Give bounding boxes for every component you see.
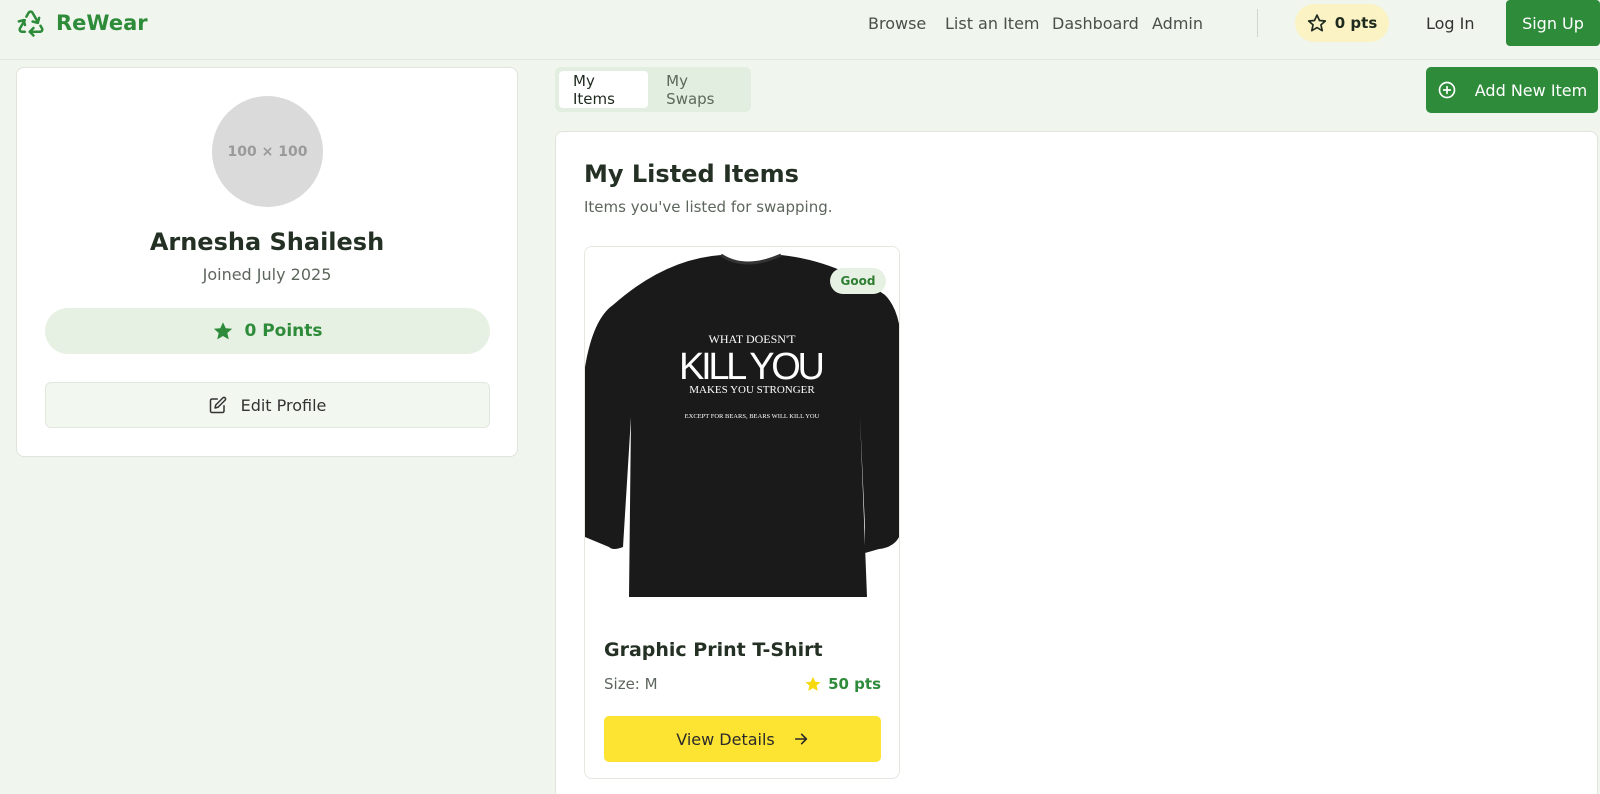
print-line-4: EXCEPT FOR BEARS, BEARS WILL KILL YOU bbox=[685, 413, 820, 420]
dashboard-tabs: My Items My Swaps bbox=[555, 67, 751, 112]
nav-list-item[interactable]: List an Item bbox=[945, 14, 1040, 33]
avatar: 100 × 100 bbox=[212, 96, 323, 207]
item-size: Size: M bbox=[604, 675, 658, 693]
signup-button[interactable]: Sign Up bbox=[1506, 0, 1600, 46]
nav-divider bbox=[1257, 9, 1258, 37]
edit-profile-label: Edit Profile bbox=[240, 395, 327, 415]
nav-admin[interactable]: Admin bbox=[1152, 14, 1203, 33]
plus-circle-icon bbox=[1438, 81, 1456, 99]
item-title[interactable]: Graphic Print T-Shirt bbox=[604, 639, 823, 661]
profile-card: 100 × 100 Arnesha Shailesh Joined July 2… bbox=[16, 67, 518, 457]
item-image[interactable]: WHAT DOESN'T KILL YOU MAKES YOU STRONGER… bbox=[585, 247, 900, 607]
top-nav-bar: ReWear Browse List an Item Dashboard Adm… bbox=[0, 0, 1600, 60]
recycle-icon bbox=[17, 10, 44, 37]
brand-name: ReWear bbox=[56, 11, 148, 35]
tshirt-shape bbox=[585, 255, 899, 597]
print-line-3: MAKES YOU STRONGER bbox=[689, 384, 815, 396]
edit-icon bbox=[209, 396, 226, 414]
print-line-2: KILL YOU bbox=[679, 346, 825, 388]
points-value: 0 pts bbox=[1334, 14, 1378, 32]
view-details-label: View Details bbox=[676, 729, 775, 749]
item-points-value: 50 pts bbox=[828, 675, 881, 693]
profile-points-value: 0 Points bbox=[244, 321, 323, 341]
nav-browse[interactable]: Browse bbox=[868, 14, 926, 33]
item-card[interactable]: WHAT DOESN'T KILL YOU MAKES YOU STRONGER… bbox=[584, 246, 900, 779]
profile-points: 0 Points bbox=[45, 308, 490, 354]
print-line-1: WHAT DOESN'T bbox=[709, 332, 797, 346]
profile-joined-date: Joined July 2025 bbox=[202, 265, 332, 284]
login-link[interactable]: Log In bbox=[1426, 14, 1475, 33]
nav-dashboard[interactable]: Dashboard bbox=[1052, 14, 1139, 33]
arrow-right-icon bbox=[794, 733, 807, 745]
condition-badge: Good bbox=[830, 268, 886, 294]
add-new-item-button[interactable]: Add New Item bbox=[1426, 67, 1598, 113]
profile-name: Arnesha Shailesh bbox=[149, 228, 385, 256]
star-icon bbox=[1307, 14, 1326, 32]
tab-my-items[interactable]: My Items bbox=[559, 71, 649, 108]
star-icon bbox=[214, 322, 233, 340]
item-points: 50 pts bbox=[804, 675, 881, 693]
panel-title: My Listed Items bbox=[584, 160, 799, 188]
tab-my-swaps[interactable]: My Swaps bbox=[652, 71, 747, 108]
edit-profile-button[interactable]: Edit Profile bbox=[45, 382, 490, 428]
brand-logo[interactable]: ReWear bbox=[16, 8, 148, 38]
listed-items-panel: My Listed Items Items you've listed for … bbox=[555, 131, 1598, 794]
star-icon bbox=[805, 676, 821, 691]
points-badge: 0 pts bbox=[1295, 4, 1389, 42]
view-details-button[interactable]: View Details bbox=[604, 716, 881, 762]
add-new-item-label: Add New Item bbox=[1474, 80, 1588, 100]
panel-subtitle: Items you've listed for swapping. bbox=[584, 198, 833, 216]
